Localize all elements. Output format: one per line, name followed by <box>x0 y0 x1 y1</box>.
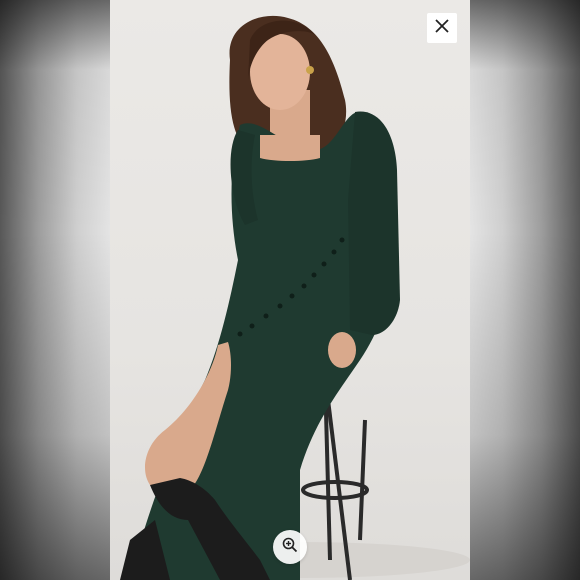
blurred-right-panel <box>470 0 580 580</box>
close-icon <box>434 18 450 39</box>
earring <box>306 66 314 74</box>
zoom-button[interactable] <box>273 530 307 564</box>
close-button[interactable] <box>427 13 457 43</box>
zoom-in-icon <box>282 537 298 558</box>
sleeve-right <box>348 111 400 335</box>
neckline <box>260 135 320 161</box>
product-photo <box>110 0 470 580</box>
blurred-left-panel <box>0 0 110 580</box>
photo-illustration <box>120 15 470 580</box>
hand <box>328 332 356 368</box>
